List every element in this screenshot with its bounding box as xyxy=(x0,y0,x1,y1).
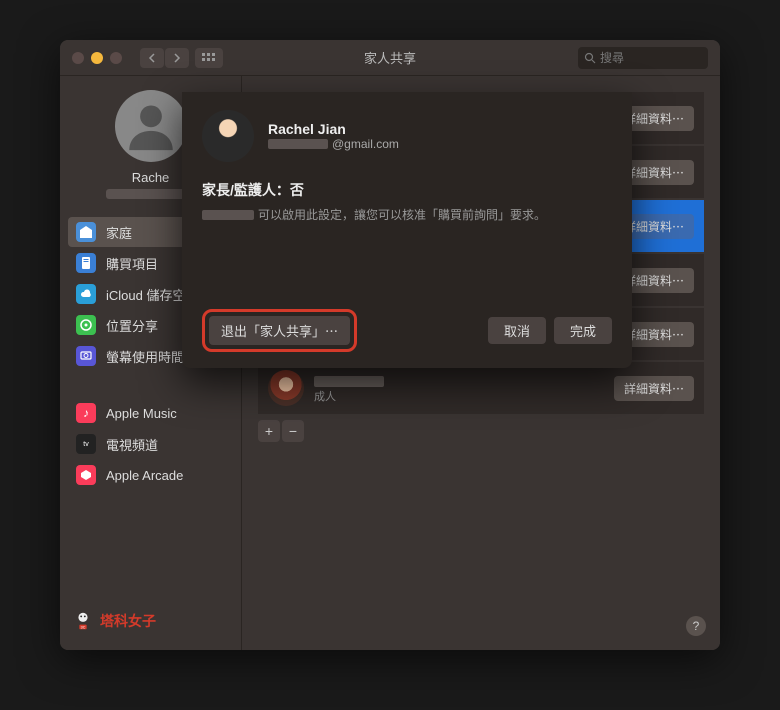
modal-footer: 退出「家人共享」⋯ 取消 完成 xyxy=(202,309,612,352)
titlebar: 家人共享 搜尋 xyxy=(60,40,720,76)
modal-section-title: 家長/監護人：否 xyxy=(202,180,612,200)
modal-description: 可以啟用此設定，讓您可以核准「購買前詢問」要求。 xyxy=(202,206,612,223)
watermark-icon: 3C xyxy=(72,610,94,632)
location-icon xyxy=(76,315,96,335)
icloud-icon xyxy=(76,284,96,304)
modal-header: Rachel Jian @gmail.com xyxy=(202,110,612,162)
grid-icon xyxy=(202,53,216,63)
member-avatar-memoji xyxy=(268,370,304,406)
close-window-button[interactable] xyxy=(72,52,84,64)
search-input[interactable]: 搜尋 xyxy=(578,47,708,69)
purchase-icon xyxy=(76,253,96,273)
search-icon xyxy=(584,52,596,64)
sidebar-item-label: 位置分享 xyxy=(106,316,158,335)
svg-text:3C: 3C xyxy=(81,625,86,629)
remove-member-button[interactable]: − xyxy=(282,420,304,442)
modal-user-info: Rachel Jian @gmail.com xyxy=(268,110,399,162)
member-detail-button[interactable]: 詳細資料⋯ xyxy=(614,376,694,401)
help-button[interactable]: ? xyxy=(686,616,706,636)
arcade-icon xyxy=(76,465,96,485)
chevron-right-icon xyxy=(173,53,181,63)
watermark-text: 塔科女子 xyxy=(100,611,156,631)
member-detail-modal: Rachel Jian @gmail.com 家長/監護人：否 可以啟用此設定，… xyxy=(182,92,632,368)
modal-avatar xyxy=(202,110,254,162)
profile-name: Rache xyxy=(132,170,170,185)
sidebar-item-label: 家庭 xyxy=(106,223,132,242)
add-member-button[interactable]: + xyxy=(258,420,280,442)
back-button[interactable] xyxy=(140,48,164,68)
watermark: 3C 塔科女子 xyxy=(68,606,233,636)
leave-button-highlight: 退出「家人共享」⋯ xyxy=(202,309,357,352)
sidebar-item-label: 電視頻道 xyxy=(106,435,158,454)
sidebar-item-label: Apple Music xyxy=(106,406,177,421)
window-title: 家人共享 xyxy=(364,48,416,67)
sidebar-item-label: 螢幕使用時間 xyxy=(106,347,184,366)
sidebar-item-label: 購買項目 xyxy=(106,254,158,273)
screentime-icon xyxy=(76,346,96,366)
text-redacted xyxy=(202,210,254,220)
forward-button[interactable] xyxy=(165,48,189,68)
member-role: 成人 xyxy=(314,388,604,404)
tv-icon: tv xyxy=(76,434,96,454)
nav-buttons xyxy=(140,48,189,68)
minimize-window-button[interactable] xyxy=(91,52,103,64)
preferences-window: 家人共享 搜尋 Rache 家庭 xyxy=(60,40,720,650)
chevron-left-icon xyxy=(148,53,156,63)
search-placeholder: 搜尋 xyxy=(600,49,624,66)
sidebar-item-tv[interactable]: tv 電視頻道 xyxy=(68,429,233,459)
member-row[interactable]: 成人 詳細資料⋯ xyxy=(258,362,704,414)
zoom-window-button[interactable] xyxy=(110,52,122,64)
sidebar-item-arcade[interactable]: Apple Arcade xyxy=(68,460,233,490)
modal-user-email: @gmail.com xyxy=(268,137,399,151)
email-redacted xyxy=(268,139,328,149)
sidebar-item-music[interactable]: ♪ Apple Music xyxy=(68,398,233,428)
sidebar-item-label: Apple Arcade xyxy=(106,468,183,483)
traffic-lights xyxy=(72,52,122,64)
profile-avatar xyxy=(115,90,187,162)
person-icon xyxy=(122,97,180,155)
family-icon xyxy=(76,222,96,242)
member-info: 成人 xyxy=(314,373,604,404)
grid-view-button[interactable] xyxy=(195,48,223,68)
leave-family-button[interactable]: 退出「家人共享」⋯ xyxy=(209,316,350,345)
modal-user-name: Rachel Jian xyxy=(268,121,399,137)
music-icon: ♪ xyxy=(76,403,96,423)
cancel-button[interactable]: 取消 xyxy=(488,317,546,344)
done-button[interactable]: 完成 xyxy=(554,317,612,344)
list-controls: + − xyxy=(258,420,704,442)
